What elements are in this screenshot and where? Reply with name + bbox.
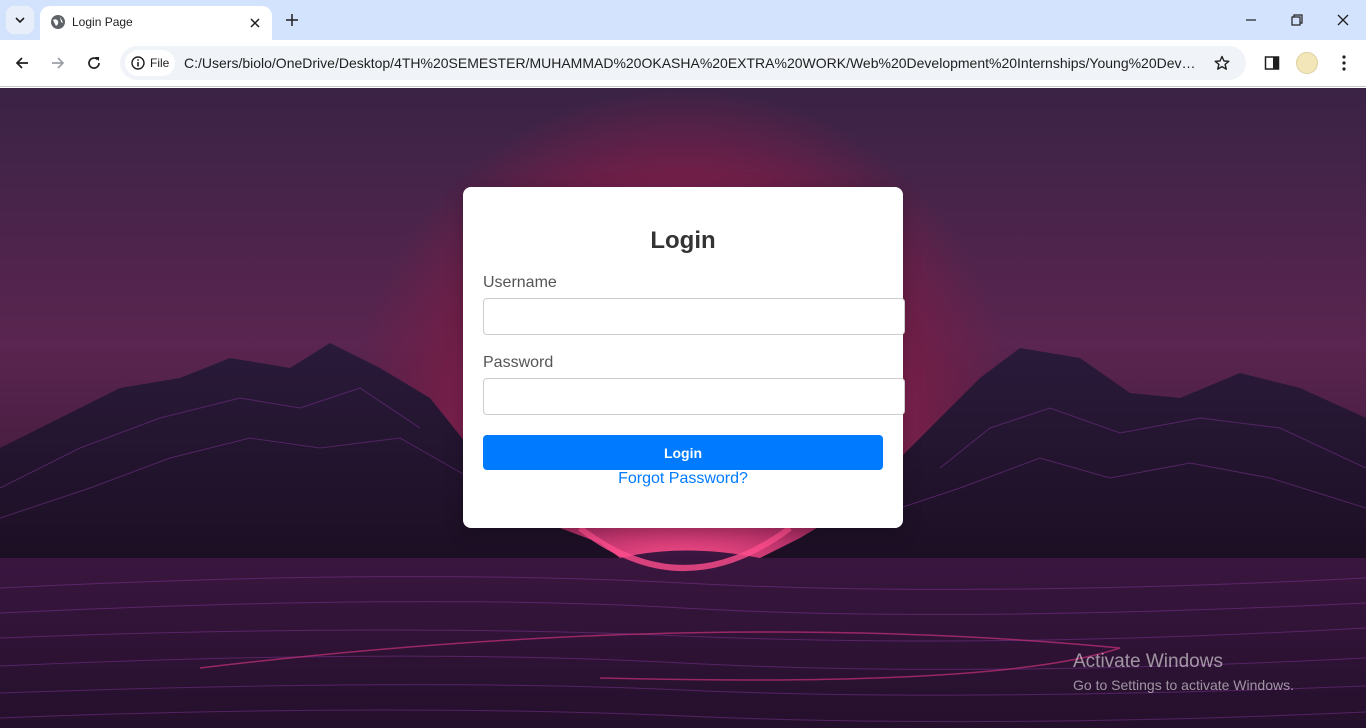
side-panel-button[interactable] — [1261, 52, 1283, 74]
tab-strip: Login Page — [0, 0, 1366, 40]
watermark-title: Activate Windows — [1073, 651, 1223, 672]
site-info-chip[interactable]: File — [125, 50, 175, 76]
info-icon — [131, 56, 145, 70]
forward-icon — [52, 57, 65, 69]
profile-avatar[interactable] — [1296, 52, 1318, 74]
reload-button[interactable] — [83, 52, 105, 74]
restore-icon — [1291, 14, 1303, 26]
login-title: Login — [650, 227, 716, 254]
browser-menu-button[interactable] — [1333, 52, 1355, 74]
minimize-icon — [1246, 19, 1256, 21]
globe-icon — [51, 15, 65, 29]
forward-button[interactable] — [47, 52, 69, 74]
browser-toolbar: File C:/Users/biolo/OneDrive/Desktop/4TH… — [0, 40, 1366, 87]
back-icon — [15, 57, 28, 69]
page-viewport: Login Username Password Login Forgot Pas… — [0, 88, 1366, 728]
address-bar[interactable]: File C:/Users/biolo/OneDrive/Desktop/4TH… — [120, 46, 1246, 80]
file-chip-label: File — [150, 56, 170, 70]
activate-windows-watermark: Activate Windows Go to Settings to activ… — [1073, 651, 1294, 693]
reload-icon — [88, 57, 100, 69]
minimize-button[interactable] — [1241, 10, 1261, 30]
star-icon — [1214, 55, 1230, 70]
side-panel-icon — [1264, 56, 1280, 70]
watermark-subtitle: Go to Settings to activate Windows. — [1073, 677, 1294, 693]
window-close-button[interactable] — [1333, 10, 1353, 30]
login-card: Login Username Password Login Forgot Pas… — [463, 187, 905, 528]
back-button[interactable] — [11, 52, 33, 74]
password-label: Password — [483, 354, 554, 371]
password-input[interactable] — [483, 378, 905, 415]
tab-login-page[interactable]: Login Page — [40, 6, 272, 40]
window-close-icon — [1337, 14, 1349, 26]
tab-search-button[interactable] — [6, 6, 34, 34]
tab-title: Login Page — [72, 15, 133, 29]
url-text[interactable]: C:/Users/biolo/OneDrive/Desktop/4TH%20SE… — [184, 55, 1206, 71]
username-label: Username — [483, 274, 557, 291]
restore-button[interactable] — [1287, 10, 1307, 30]
tab-search-icon — [15, 17, 25, 24]
bookmark-button[interactable] — [1212, 53, 1232, 73]
forgot-password-link[interactable]: Forgot Password? — [463, 470, 903, 488]
username-input[interactable] — [483, 298, 905, 335]
login-button[interactable]: Login — [483, 435, 883, 470]
close-icon — [250, 18, 260, 28]
plus-icon — [286, 14, 298, 26]
kebab-menu-icon — [1342, 55, 1346, 71]
tab-close-button[interactable] — [246, 14, 264, 32]
new-tab-button[interactable] — [282, 10, 302, 30]
